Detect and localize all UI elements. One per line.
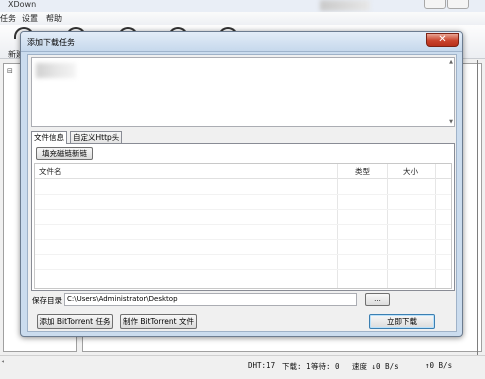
waiting-count: 等待: 0 [311,362,340,371]
menu-settings[interactable]: 设置 [22,13,38,24]
menu-task[interactable]: 任务 [0,13,16,24]
divider [477,60,478,355]
dht-count: DHT:17 [248,361,276,370]
app-title: XDown [8,0,37,9]
table-row [35,254,451,255]
blurred-url-text [36,63,76,78]
menu-help[interactable]: 帮助 [46,13,62,24]
dialog-titlebar[interactable]: 添加下载任务 ✕ [21,32,462,52]
url-input[interactable]: ▲ ▼ [31,57,455,127]
table-row [35,224,451,225]
menubar: 任务 设置 帮助 [0,12,485,25]
add-download-dialog: 添加下载任务 ✕ ▲ ▼ 文件信息 自定义Http头 填充磁链新链 文件名 类型… [20,31,463,337]
table-row [35,269,451,270]
close-icon: ✕ [438,34,447,45]
scroll-down-icon[interactable]: ▼ [449,119,453,125]
add-bittorrent-button[interactable]: 添加 BitTorrent 任务 [37,314,113,329]
browse-button[interactable]: ... [365,293,390,306]
maximize-button[interactable] [447,0,469,9]
fill-magnet-button[interactable]: 填充磁链新链 [36,147,93,160]
download-now-button[interactable]: 立即下载 [369,314,435,329]
dialog-body: ▲ ▼ 文件信息 自定义Http头 填充磁链新链 文件名 类型 大小 保存目录 … [27,54,457,332]
minimize-button[interactable] [424,0,446,9]
table-row [35,194,451,195]
table-row [35,239,451,240]
dialog-title: 添加下载任务 [27,38,75,47]
downloading-count: 下载: 1 [282,362,311,371]
tree-expand-icon[interactable]: ⊟ [7,67,13,75]
save-dir-label: 保存目录 [32,296,62,305]
column-type[interactable]: 类型 [355,166,370,177]
table-row [35,209,451,210]
column-filename[interactable]: 文件名 [39,166,62,177]
column-size[interactable]: 大小 [403,166,418,177]
make-bittorrent-button[interactable]: 制作 BitTorrent 文件 [120,314,197,329]
status-bar: ◂ DHT:17 下载: 1 等待: 0 速度 ↓0 B/s ↑0 B/s [0,355,485,379]
file-table-header: 文件名 类型 大小 [35,164,451,179]
file-table[interactable]: 文件名 类型 大小 [34,163,452,289]
download-speed: 速度 ↓0 B/s [352,362,399,371]
main-titlebar: XDown [0,0,485,12]
file-info-panel: 填充磁链新链 文件名 类型 大小 [31,143,455,291]
tab-file-info[interactable]: 文件信息 [31,131,67,144]
scroll-up-icon[interactable]: ▲ [449,59,453,65]
save-dir-input[interactable]: C:\Users\Administrator\Desktop [64,293,357,306]
close-button[interactable]: ✕ [426,33,459,47]
upload-speed: ↑0 B/s [425,361,453,370]
blurred-region [320,0,370,11]
status-arrow-icon: ◂ [1,358,5,365]
